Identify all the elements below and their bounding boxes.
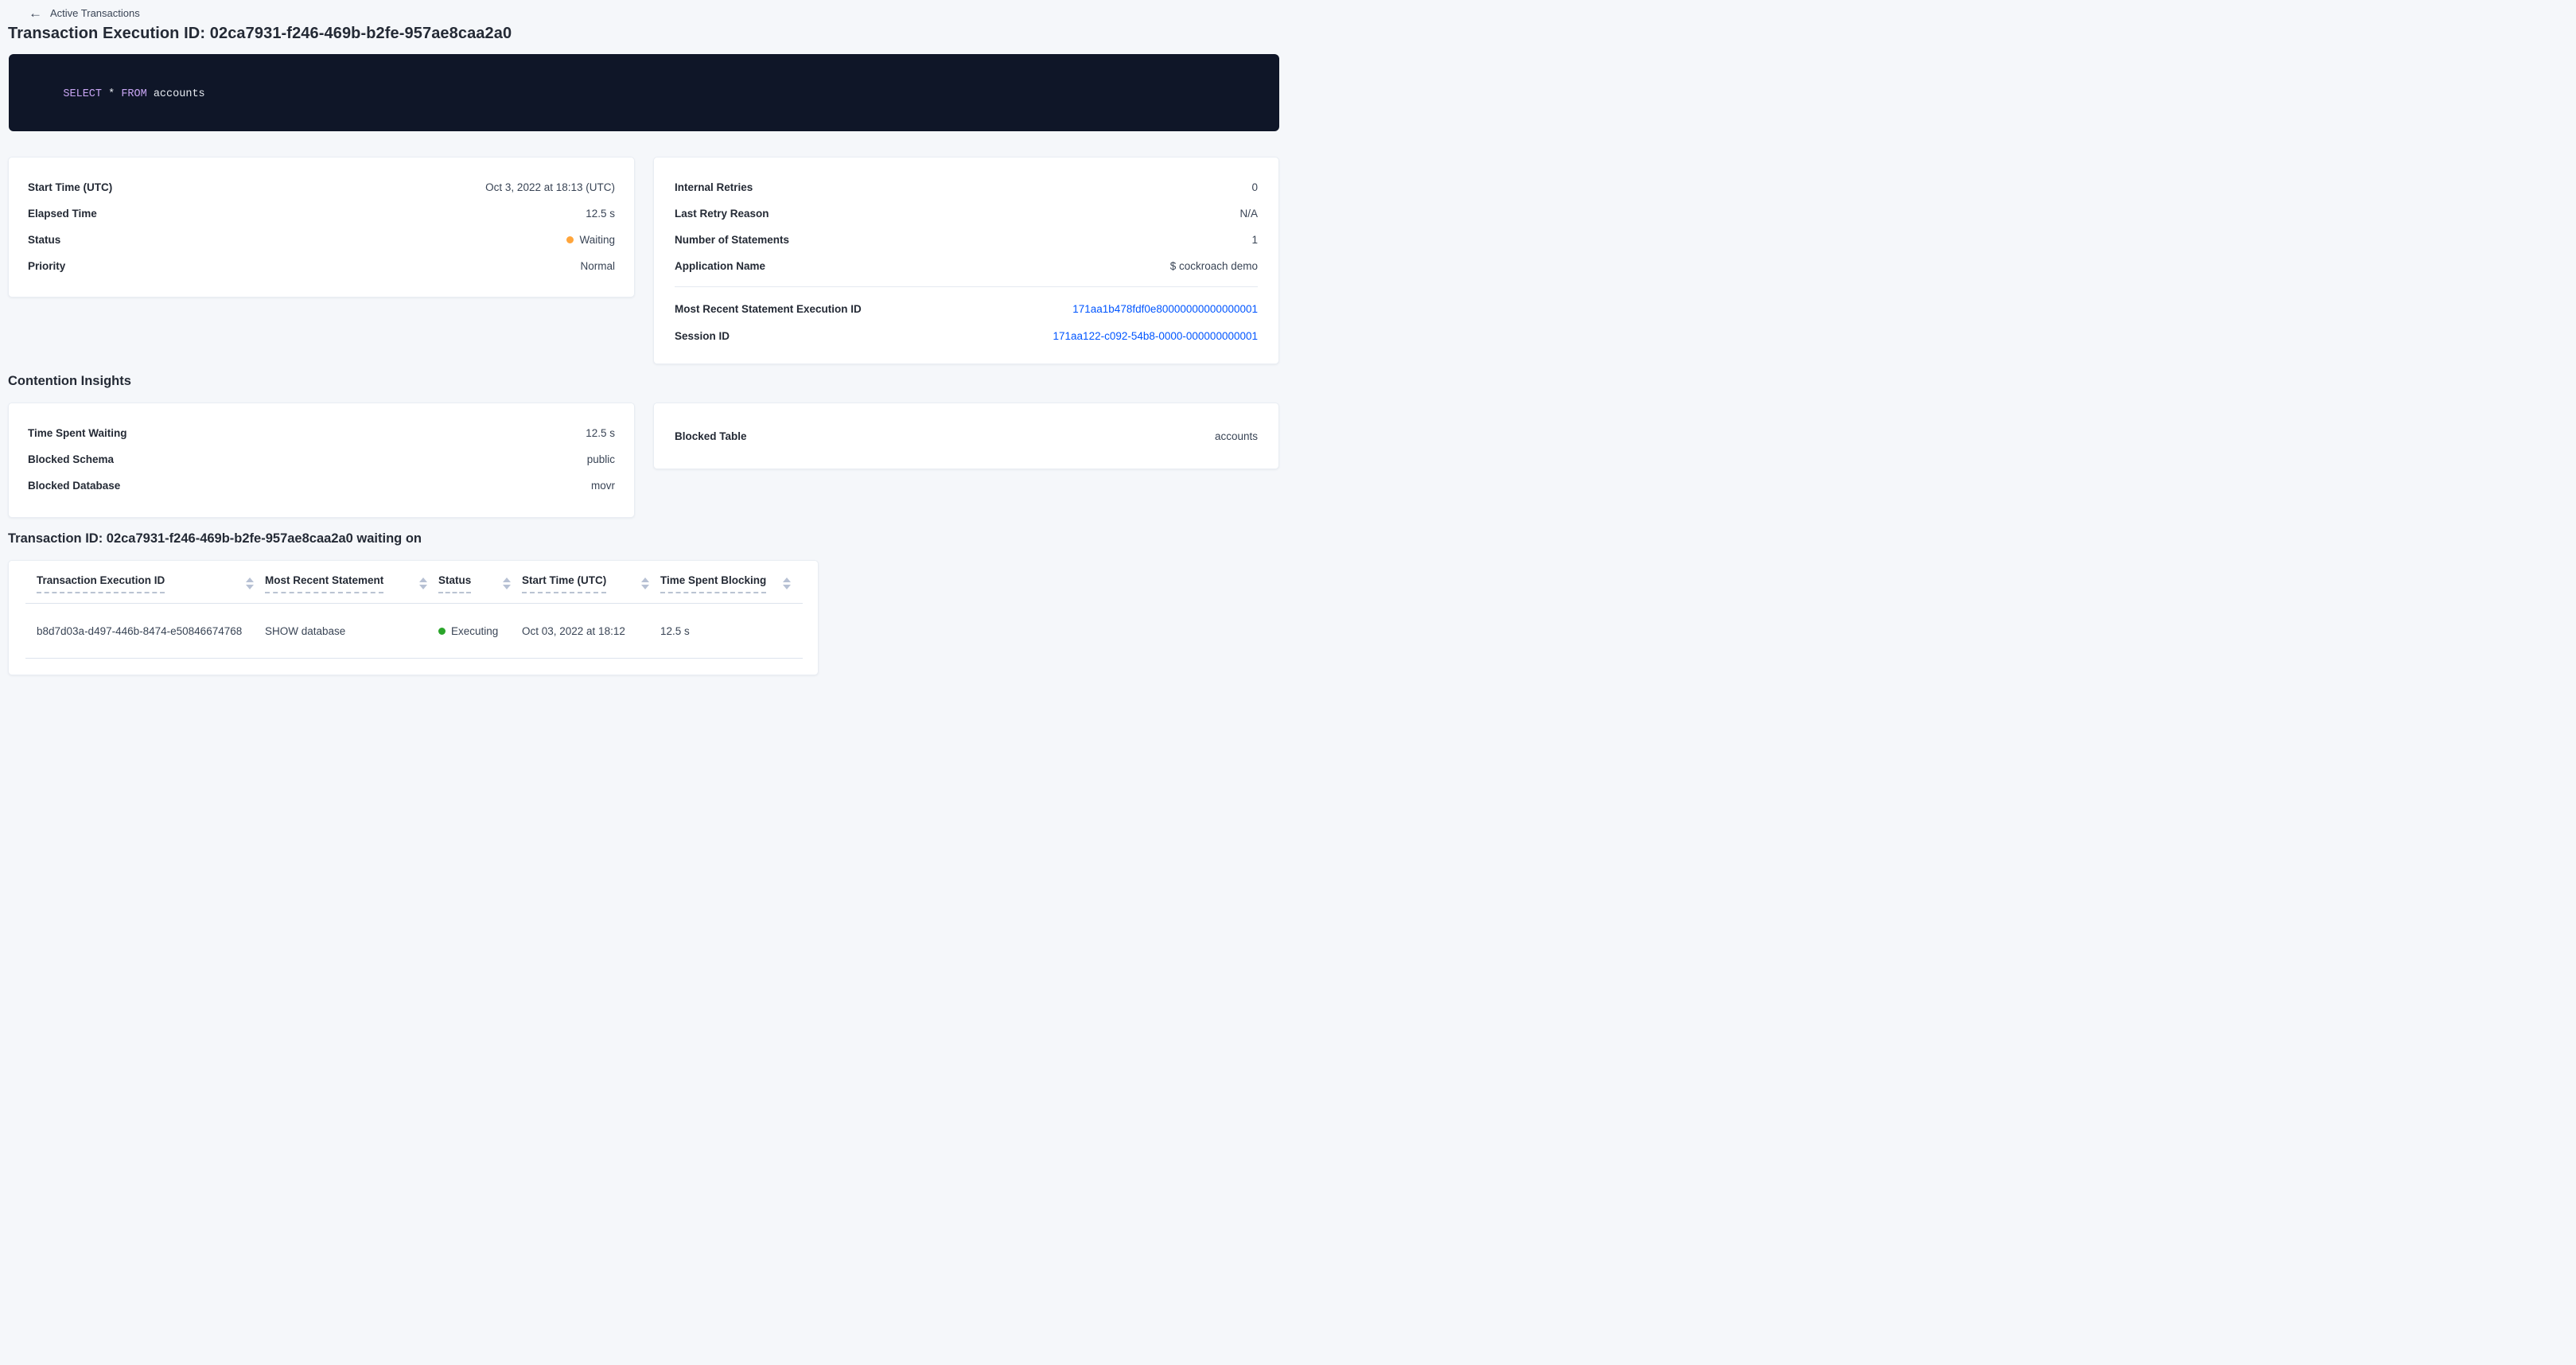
sort-desc-icon [246,585,254,589]
row-value: 1 [1251,234,1258,246]
row-value: movr [591,480,615,492]
cell-time-spent-blocking: 12.5 s [660,625,802,637]
table-row: b8d7d03a-d497-446b-8474-e50846674768 SHO… [9,604,818,658]
summary-row-statement-execution-id: Most Recent Statement Execution ID 171aa… [675,295,1258,322]
sql-keyword: FROM [121,88,146,100]
sort-icon[interactable] [503,578,511,589]
row-value: N/A [1239,208,1258,220]
row-label: Blocked Schema [28,453,114,465]
sort-asc-icon [641,578,649,582]
contention-row-blocked-schema: Blocked Schema public [28,446,615,472]
column-label[interactable]: Start Time (UTC) [522,574,606,593]
row-label: Number of Statements [675,234,789,246]
row-value: 12.5 s [586,208,615,220]
row-label: Most Recent Statement Execution ID [675,303,862,315]
row-value: accounts [1215,430,1258,442]
row-value: Normal [580,260,615,272]
column-header-status[interactable]: Status [438,574,522,593]
sort-icon[interactable] [419,578,427,589]
row-label: Blocked Table [675,430,747,442]
sort-icon[interactable] [641,578,649,589]
row-label: Blocked Database [28,480,120,492]
contention-details-card: Time Spent Waiting 12.5 s Blocked Schema… [8,402,635,518]
sort-asc-icon [419,578,427,582]
sort-asc-icon [783,578,791,582]
column-header-most-recent-statement[interactable]: Most Recent Statement [265,574,438,593]
row-label: Application Name [675,260,765,272]
transaction-details-page: ← Active Transactions Transaction Execut… [0,0,1288,682]
statement-execution-id-link[interactable]: 171aa1b478fdf0e80000000000000001 [1072,303,1258,315]
row-label: Internal Retries [675,181,753,193]
column-label[interactable]: Most Recent Statement [265,574,383,593]
transaction-summary-card: Start Time (UTC) Oct 3, 2022 at 18:13 (U… [8,157,635,298]
waiting-on-heading: Transaction ID: 02ca7931-f246-469b-b2fe-… [8,531,422,546]
sort-desc-icon [783,585,791,589]
summary-row-status: Status Waiting [28,227,615,253]
status-badge: Waiting [566,234,615,246]
sql-statement-box: SELECT * FROM accounts [9,54,1279,131]
cell-most-recent-statement: SHOW database [265,625,438,637]
row-label: Last Retry Reason [675,208,769,220]
contention-row-blocked-table: Blocked Table accounts [675,423,1258,449]
contention-row-blocked-database: Blocked Database movr [28,472,615,499]
row-label: Priority [28,260,65,272]
summary-row-elapsed-time: Elapsed Time 12.5 s [28,200,615,227]
summary-row-last-retry-reason: Last Retry Reason N/A [675,200,1258,227]
row-label: Status [28,234,60,246]
cell-status: Executing [438,625,522,637]
sql-keyword: SELECT [63,88,102,100]
status-text: Waiting [579,234,615,246]
waiting-on-table: Transaction Execution ID Most Recent Sta… [8,560,819,675]
sql-text: accounts [147,88,205,100]
sort-asc-icon [503,578,511,582]
sort-desc-icon [503,585,511,589]
back-link-active-transactions[interactable]: ← Active Transactions [29,2,140,23]
executing-status-dot-icon [438,628,446,635]
breadcrumb-label: Active Transactions [50,7,140,19]
session-id-link[interactable]: 171aa122-c092-54b8-0000-000000000001 [1053,330,1258,342]
column-header-time-spent-blocking[interactable]: Time Spent Blocking [660,574,802,593]
column-label[interactable]: Transaction Execution ID [37,574,165,593]
cell-transaction-execution-id: b8d7d03a-d497-446b-8474-e50846674768 [37,625,265,637]
row-label: Time Spent Waiting [28,427,127,439]
row-value: public [587,453,615,465]
row-value: 0 [1251,181,1258,193]
sort-desc-icon [641,585,649,589]
summary-row-start-time: Start Time (UTC) Oct 3, 2022 at 18:13 (U… [28,174,615,200]
summary-row-priority: Priority Normal [28,253,615,279]
table-bottom-divider [25,658,803,659]
summary-row-session-id: Session ID 171aa122-c092-54b8-0000-00000… [675,322,1258,349]
column-label[interactable]: Status [438,574,471,593]
cell-start-time: Oct 03, 2022 at 18:12 [522,625,660,637]
status-text: Executing [451,625,498,637]
sort-asc-icon [246,578,254,582]
row-value: 12.5 s [586,427,615,439]
page-title: Transaction Execution ID: 02ca7931-f246-… [8,25,512,43]
sort-desc-icon [419,585,427,589]
row-value: Oct 3, 2022 at 18:13 (UTC) [485,181,615,193]
column-header-transaction-execution-id[interactable]: Transaction Execution ID [37,574,265,593]
transaction-detail-card: Internal Retries 0 Last Retry Reason N/A… [653,157,1279,364]
row-label: Elapsed Time [28,208,97,220]
summary-row-internal-retries: Internal Retries 0 [675,174,1258,200]
row-label: Start Time (UTC) [28,181,112,193]
blocked-table-card: Blocked Table accounts [653,402,1279,469]
table-header-row: Transaction Execution ID Most Recent Sta… [9,561,818,593]
sort-icon[interactable] [246,578,254,589]
column-header-start-time[interactable]: Start Time (UTC) [522,574,660,593]
contention-insights-heading: Contention Insights [8,374,131,389]
card-divider [675,286,1258,287]
summary-row-application-name: Application Name $ cockroach demo [675,253,1258,279]
row-label: Session ID [675,330,730,342]
column-label[interactable]: Time Spent Blocking [660,574,766,593]
sql-text: * [102,88,121,100]
back-arrow-icon: ← [29,6,42,20]
row-value: $ cockroach demo [1170,260,1258,272]
summary-row-number-of-statements: Number of Statements 1 [675,227,1258,253]
waiting-status-dot-icon [566,236,574,243]
contention-row-time-spent-waiting: Time Spent Waiting 12.5 s [28,420,615,446]
sort-icon[interactable] [783,578,791,589]
